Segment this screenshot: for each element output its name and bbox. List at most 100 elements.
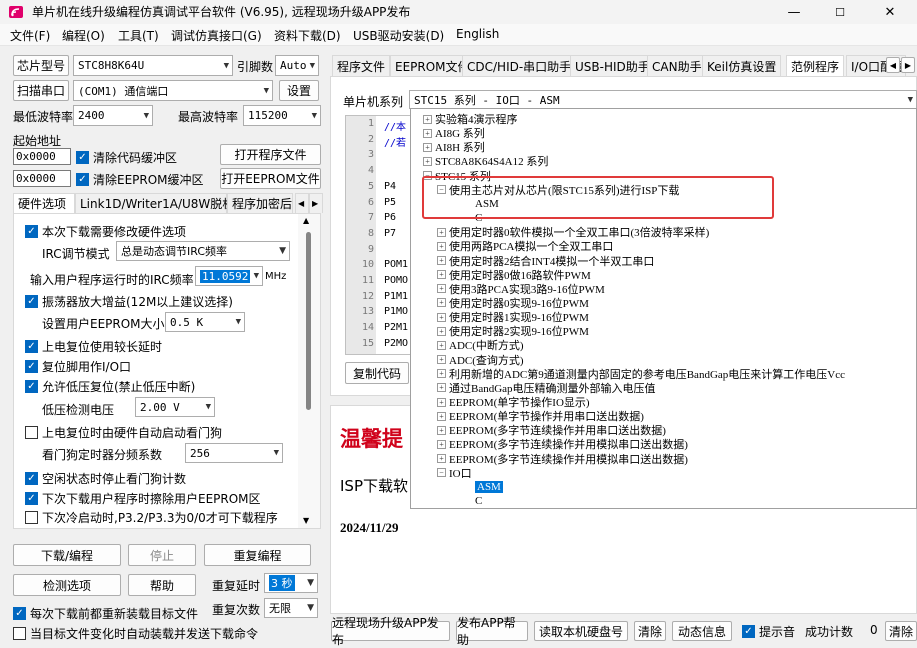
collapse-icon[interactable]: − xyxy=(437,468,446,478)
chip-model-select[interactable]: STC8H8K64U ▼ xyxy=(73,55,233,76)
min-baud-select[interactable]: 2400 ▼ xyxy=(73,105,153,126)
osc-gain-checkbox[interactable]: ✓ 振荡器放大增益(12M以上建议选择) xyxy=(25,293,233,310)
wdt-auto-checkbox[interactable]: 上电复位时由硬件自动启动看门狗 xyxy=(25,424,222,441)
tree-item[interactable]: + AI8G 系列 xyxy=(423,126,485,140)
auto-send-checkbox[interactable]: 当目标文件变化时自动装载并发送下载命令 xyxy=(13,625,258,642)
tree-item[interactable]: + 实验箱4演示程序 xyxy=(423,112,518,126)
tree-item[interactable]: + 利用新增的ADC第9通道测量内部固定的参考电压BandGap电压来计算工作电压… xyxy=(437,367,845,381)
expand-icon[interactable]: + xyxy=(437,227,446,237)
port-select[interactable]: (COM1) 通信端口 ▼ xyxy=(73,80,273,101)
tree-item[interactable]: + 使用3路PCA实现3路9-16位PWM xyxy=(437,282,605,296)
long-reset-checkbox[interactable]: ✓ 上电复位使用较长延时 xyxy=(25,338,162,355)
expand-icon[interactable]: + xyxy=(423,156,432,166)
eeprom-address-input[interactable]: 0x0000 xyxy=(13,170,71,187)
tree-item[interactable]: + 使用定时器0软件模拟一个全双工串口(3倍波特率采样) xyxy=(437,225,709,239)
tab-scroll-left-icon[interactable]: ◀ xyxy=(295,193,309,213)
eeprom-size-select[interactable]: 0.5 K ▼ xyxy=(165,312,245,332)
erase-eeprom-checkbox[interactable]: ✓ 下次下载用户程序时擦除用户EEPROM区 xyxy=(25,490,261,507)
expand-icon[interactable]: + xyxy=(437,298,446,308)
expand-icon[interactable]: + xyxy=(437,355,446,365)
expand-icon[interactable]: + xyxy=(437,326,446,336)
tab-left-icon[interactable]: ◀ xyxy=(886,57,900,73)
tab-can[interactable]: CAN助手 xyxy=(647,55,707,76)
reload-checkbox[interactable]: ✓ 每次下载前都重新装载目标文件 xyxy=(13,605,198,622)
expand-icon[interactable]: + xyxy=(437,369,446,379)
tree-item[interactable]: + ADC(中断方式) xyxy=(437,338,524,352)
tree-item[interactable]: + 通过BandGap电压精确测量外部输入电压值 xyxy=(437,381,656,395)
tab-program-file[interactable]: 程序文件 xyxy=(332,55,391,76)
lvd-select[interactable]: 2.00 V ▼ xyxy=(135,397,215,417)
open-eeprom-button[interactable]: 打开EEPROM文件 xyxy=(220,168,321,189)
series-select[interactable]: STC15 系列 - IO口 - ASM ▼ xyxy=(409,90,917,109)
dynamic-info-button[interactable]: 动态信息 xyxy=(672,621,732,641)
tab-keil[interactable]: Keil仿真设置 xyxy=(702,55,782,76)
tree-item[interactable]: + 使用定时器2实现9-16位PWM xyxy=(437,324,589,338)
close-button[interactable]: ✕ xyxy=(867,0,913,24)
tree-item[interactable]: +PCA实现16位定时器 xyxy=(437,508,547,509)
expand-icon[interactable]: + xyxy=(437,312,446,322)
clear-code-checkbox[interactable]: ✓ 清除代码缓冲区 xyxy=(76,149,177,166)
tab-encryption[interactable]: 程序加密后 xyxy=(227,193,293,213)
expand-icon[interactable]: + xyxy=(437,270,446,280)
tree-item[interactable]: + EEPROM(单字节操作IO显示) xyxy=(437,395,590,409)
copy-code-button[interactable]: 复制代码 xyxy=(345,362,409,384)
tree-item[interactable]: ASM xyxy=(475,480,503,494)
code-editor[interactable]: 1 //本 2 //若 3 4 5 P4 6 P5 7 P6 8 P7 9 10 POM1 11 POMO 12 P1M… xyxy=(345,115,411,355)
options-scrollbar[interactable]: ▲ ▼ xyxy=(298,214,320,528)
tree-item[interactable]: + 使用定时器1实现9-16位PWM xyxy=(437,310,589,324)
wdt-div-select[interactable]: 256 ▼ xyxy=(185,443,283,463)
maximize-button[interactable]: ☐ xyxy=(817,0,863,24)
tree-item[interactable]: + 使用两路PCA模拟一个全双工串口 xyxy=(437,239,613,253)
minimize-button[interactable]: — xyxy=(771,0,817,24)
beep-checkbox[interactable]: ✓ 提示音 xyxy=(742,623,795,640)
publish-app-button[interactable]: 远程现场升级APP发布 xyxy=(331,616,450,647)
download-button[interactable]: 下载/编程 xyxy=(13,544,121,566)
tree-item[interactable]: + EEPROM(多字节连续操作并用串口送出数据) xyxy=(437,423,666,437)
menu-tools[interactable]: 工具(T) xyxy=(118,27,159,44)
expand-icon[interactable]: + xyxy=(437,397,446,407)
tree-item[interactable]: + EEPROM(多字节连续操作并用模拟串口送出数据) xyxy=(437,437,688,451)
tab-examples[interactable]: 范例程序 xyxy=(786,55,845,76)
menu-download[interactable]: 资料下载(D) xyxy=(274,27,341,44)
expand-icon[interactable]: + xyxy=(423,114,432,124)
stop-button[interactable]: 停止 xyxy=(128,544,196,566)
tree-item[interactable]: + EEPROM(单字节操作并用串口送出数据) xyxy=(437,409,644,423)
expand-icon[interactable]: + xyxy=(437,241,446,251)
scan-port-button[interactable]: 扫描串口 xyxy=(13,80,69,101)
code-address-input[interactable]: 0x0000 xyxy=(13,148,71,165)
repeat-count-select[interactable]: 无限 ▼ xyxy=(264,598,318,618)
expand-icon[interactable]: + xyxy=(437,340,446,350)
tree-item[interactable]: + 使用定时器0做16路软件PWM xyxy=(437,268,591,282)
tab-hardware-options[interactable]: 硬件选项 xyxy=(13,193,75,213)
tree-item[interactable]: + AI8H 系列 xyxy=(423,140,485,154)
publish-help-button[interactable]: 发布APP帮助 xyxy=(456,616,528,647)
tab-offline[interactable]: Link1D/Writer1A/U8W脱机 xyxy=(75,193,234,213)
menu-program[interactable]: 编程(O) xyxy=(62,27,105,44)
tab-usb-hid[interactable]: USB-HID助手 xyxy=(570,55,655,76)
tab-scroll-right-icon[interactable]: ▶ xyxy=(309,193,323,213)
tab-cdc-hid[interactable]: CDC/HID-串口助手 xyxy=(462,55,577,76)
scroll-down-icon[interactable]: ▼ xyxy=(303,516,309,525)
tree-item[interactable]: + EEPROM(多字节连续操作并用模拟串口送出数据) xyxy=(437,452,688,466)
menu-debug[interactable]: 调试仿真接口(G) xyxy=(171,27,262,44)
menu-english[interactable]: English xyxy=(456,27,499,41)
read-disk-button[interactable]: 读取本机硬盘号 xyxy=(534,621,628,641)
expand-icon[interactable]: + xyxy=(437,454,446,464)
clear-count-button[interactable]: 清除 xyxy=(885,621,917,641)
expand-icon[interactable]: + xyxy=(437,284,446,294)
expand-icon[interactable]: + xyxy=(423,128,432,138)
expand-icon[interactable]: + xyxy=(423,142,432,152)
example-tree-dropdown[interactable]: + 实验箱4演示程序 + AI8G 系列 + AI8H 系列 + STC8A8K64S4A12… xyxy=(410,108,917,509)
clear-eeprom-checkbox[interactable]: ✓ 清除EEPROM缓冲区 xyxy=(76,171,204,188)
max-baud-select[interactable]: 115200 ▼ xyxy=(243,105,321,126)
tree-item[interactable]: + 使用定时器2结合INT4模拟一个半双工串口 xyxy=(437,254,654,268)
settings-button[interactable]: 设置 xyxy=(279,80,319,101)
menu-usb-driver[interactable]: USB驱动安装(D) xyxy=(353,27,444,44)
pins-select[interactable]: Auto ▼ xyxy=(275,55,319,76)
tree-item[interactable]: + ADC(查询方式) xyxy=(437,353,524,367)
tree-item[interactable]: − IO口 xyxy=(437,466,472,480)
expand-icon[interactable]: + xyxy=(437,411,446,421)
tree-item[interactable]: + 使用定时器0实现9-16位PWM xyxy=(437,296,589,310)
detect-options-button[interactable]: 检测选项 xyxy=(13,574,121,596)
p32p33-checkbox[interactable]: 下次冷启动时,P3.2/P3.3为0/0才可下载程序 xyxy=(25,509,278,526)
